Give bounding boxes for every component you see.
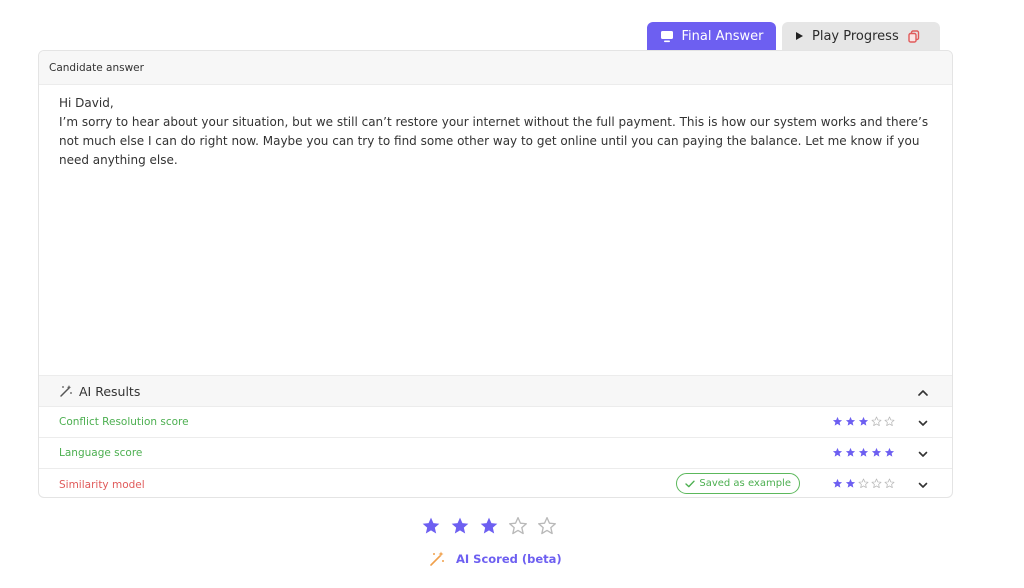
result-label: Similarity model [59,478,145,491]
result-row-similarity[interactable]: Similarity model Saved as example [39,469,952,497]
star-empty-icon[interactable] [508,516,528,536]
ai-results-header[interactable]: AI Results [39,375,952,407]
star-filled-icon [858,416,869,426]
chevron-down-icon[interactable] [918,418,928,430]
tab-play-progress-label: Play Progress [812,28,899,44]
star-empty-icon [884,416,895,426]
star-rating [832,447,895,458]
star-filled-icon[interactable] [479,516,499,536]
star-filled-icon [884,447,895,457]
result-label: Conflict Resolution score [59,416,189,428]
star-filled-icon[interactable] [450,516,470,536]
star-rating [832,416,895,427]
star-filled-icon [871,447,882,457]
result-row-language[interactable]: Language score [39,438,952,469]
ai-scored-label: AI Scored (beta) [456,552,562,566]
chevron-down-icon[interactable] [918,449,928,461]
answer-text: Hi David, I’m sorry to hear about your s… [39,85,952,375]
result-row-conflict[interactable]: Conflict Resolution score [39,407,952,438]
saved-as-example-badge[interactable]: Saved as example [676,473,800,494]
tab-final-answer-label: Final Answer [681,28,764,44]
star-empty-icon [858,478,869,488]
star-empty-icon [871,416,882,426]
star-filled-icon [858,447,869,457]
answer-greeting: Hi David, [59,96,114,110]
overall-star-rating[interactable] [421,516,557,536]
result-label: Language score [59,447,143,459]
star-filled-icon [832,416,843,426]
star-empty-icon [884,478,895,488]
star-filled-icon [845,416,856,426]
candidate-answer-card: Candidate answer Hi David, I’m sorry to … [38,50,953,498]
tab-final-answer[interactable]: Final Answer [647,22,776,50]
star-filled-icon [832,447,843,457]
tab-play-progress[interactable]: Play Progress [782,22,940,50]
monitor-icon [660,30,673,42]
star-filled-icon [845,447,856,457]
star-filled-icon[interactable] [421,516,441,536]
chevron-down-icon[interactable] [918,480,928,492]
chevron-up-icon[interactable] [918,385,928,400]
candidate-answer-header: Candidate answer [39,51,952,85]
ai-scored-indicator: AI Scored (beta) [428,550,562,568]
ai-results-title: AI Results [79,383,141,399]
check-icon [685,480,696,487]
play-icon [796,32,803,40]
star-empty-icon[interactable] [537,516,557,536]
magic-wand-icon [59,384,73,398]
star-empty-icon [871,478,882,488]
answer-body: I’m sorry to hear about your situation, … [59,115,929,167]
copy-icon[interactable] [907,29,921,43]
star-rating [832,478,895,489]
star-filled-icon [845,478,856,488]
saved-badge-label: Saved as example [699,478,791,489]
magic-wand-icon [430,551,444,566]
answer-tabs: Final Answer Play Progress [647,22,940,50]
star-filled-icon [832,478,843,488]
